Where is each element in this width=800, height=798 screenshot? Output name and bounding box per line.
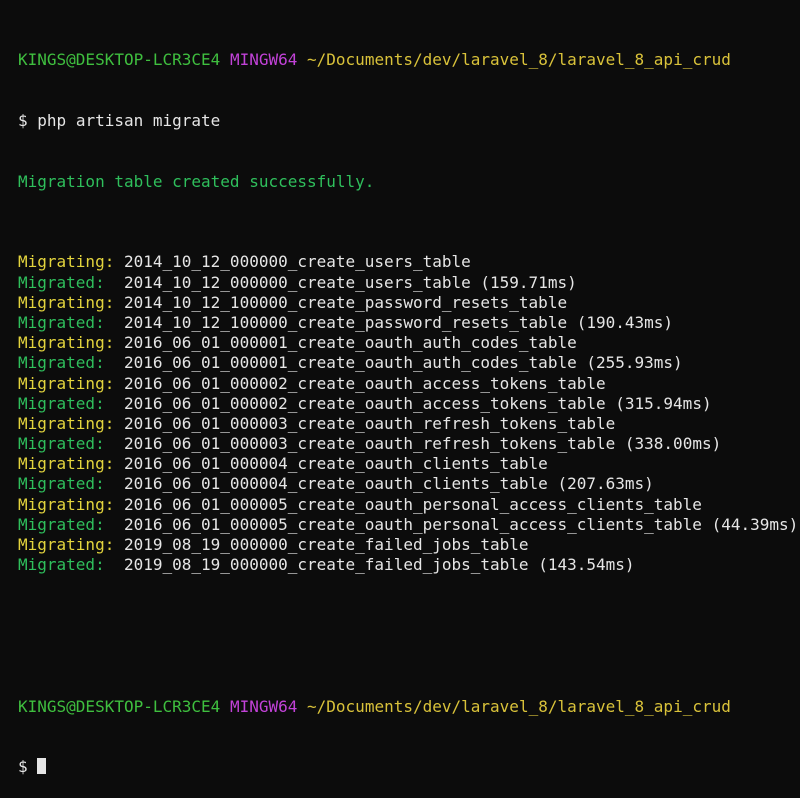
working-directory-2: ~/Documents/dev/laravel_8/laravel_8_api_… [307,696,731,716]
user-host: KINGS@DESKTOP-LCR3CE4 [18,50,221,70]
migration-time: (338.00ms) [624,434,722,454]
migration-output: Migrating: 2014_10_12_000000_create_user… [18,252,800,575]
migration-line: Migrating: 2014_10_12_000000_create_user… [18,252,800,272]
migration-time: (190.43ms) [576,312,674,332]
migration-line: Migrated: 2016_06_01_000005_create_oauth… [18,515,800,535]
migration-status: Migrating: [18,413,115,433]
migration-line: Migrating: 2016_06_01_000004_create_oaut… [18,454,800,474]
migration-line: Migrated: 2016_06_01_000001_create_oauth… [18,353,800,373]
migration-name: 2014_10_12_100000_create_password_resets… [123,312,568,332]
text-cursor [37,758,47,775]
migration-status: Migrating: [18,454,115,474]
migration-time: (255.93ms) [586,353,683,373]
migration-name: 2016_06_01_000004_create_oauth_clients_t… [123,474,548,494]
migration-status: Migrating: [18,333,115,353]
migration-status: Migrated: [18,555,115,575]
migration-line: Migrating: 2016_06_01_000002_create_oaut… [18,374,800,394]
migration-time: (159.71ms) [480,272,577,292]
migration-name: 2016_06_01_000005_create_oauth_personal_… [123,514,702,534]
migration-line: Migrating: 2014_10_12_100000_create_pass… [18,293,800,313]
migration-line: Migrated: 2014_10_12_000000_create_users… [18,273,800,293]
migration-line: Migrated: 2016_06_01_000003_create_oauth… [18,434,800,454]
migration-name: 2019_08_19_000000_create_failed_jobs_tab… [123,555,529,575]
migration-status: Migrating: [18,535,115,555]
environment-label: MINGW64 [229,50,298,70]
migration-status: Migrated: [18,514,115,534]
migration-status: Migrating: [18,292,115,312]
migration-name: 2016_06_01_000002_create_oauth_access_to… [123,373,606,393]
migration-line: Migrated: 2016_06_01_000002_create_oauth… [18,394,800,414]
migration-time: (207.63ms) [557,474,654,494]
migration-status: Migrated: [18,474,115,494]
input-line[interactable]: $ [18,757,800,777]
working-directory: ~/Documents/dev/laravel_8/laravel_8_api_… [307,50,731,70]
migration-time: (44.39ms) [711,514,799,534]
migration-time: (143.54ms) [538,555,635,575]
migration-status: Migrating: [18,494,115,514]
migration-line: Migrated: 2019_08_19_000000_create_faile… [18,555,800,575]
migration-name: 2016_06_01_000001_create_oauth_auth_code… [123,353,577,373]
user-host-2: KINGS@DESKTOP-LCR3CE4 [18,696,221,716]
migration-name: 2016_06_01_000001_create_oauth_auth_code… [123,333,577,353]
migration-status: Migrated: [18,393,115,413]
prompt-symbol: $ [18,111,28,130]
migration-status: Migrated: [18,353,115,373]
environment-label-2: MINGW64 [229,696,298,716]
migration-status: Migrated: [18,272,115,292]
migration-line: Migrating: 2016_06_01_000003_create_oaut… [18,414,800,434]
migration-name: 2016_06_01_000003_create_oauth_refresh_t… [123,413,616,433]
migration-status: Migrated: [18,434,115,454]
migration-name: 2014_10_12_000000_create_users_table [123,272,471,292]
command-line: $ php artisan migrate [18,111,800,131]
migration-name: 2016_06_01_000004_create_oauth_clients_t… [123,454,548,474]
migration-line: Migrated: 2016_06_01_000004_create_oauth… [18,474,800,494]
migration-status: Migrated: [18,312,115,332]
migration-name: 2016_06_01_000002_create_oauth_access_to… [123,393,606,413]
migration-name: 2016_06_01_000005_create_oauth_personal_… [123,494,702,514]
migration-name: 2016_06_01_000003_create_oauth_refresh_t… [123,434,616,454]
prompt-line: KINGS@DESKTOP-LCR3CE4 MINGW64 ~/Document… [18,50,800,70]
info-message: Migration table created successfully. [18,171,375,191]
migration-line: Migrating: 2019_08_19_000000_create_fail… [18,535,800,555]
migration-name: 2014_10_12_100000_create_password_resets… [123,292,568,312]
migration-status: Migrating: [18,252,115,272]
migration-name: 2014_10_12_000000_create_users_table [123,252,471,272]
prompt-line-2: KINGS@DESKTOP-LCR3CE4 MINGW64 ~/Document… [18,697,800,717]
terminal-window[interactable]: KINGS@DESKTOP-LCR3CE4 MINGW64 ~/Document… [0,0,800,776]
migration-status: Migrating: [18,373,115,393]
migration-line: Migrated: 2014_10_12_100000_create_passw… [18,313,800,333]
migration-line: Migrating: 2016_06_01_000001_create_oaut… [18,333,800,353]
migration-time: (315.94ms) [615,393,712,413]
prompt-symbol-2: $ [18,757,28,777]
migration-line: Migrating: 2016_06_01_000005_create_oaut… [18,495,800,515]
migration-name: 2019_08_19_000000_create_failed_jobs_tab… [123,535,529,555]
command-text: php artisan migrate [37,111,221,130]
